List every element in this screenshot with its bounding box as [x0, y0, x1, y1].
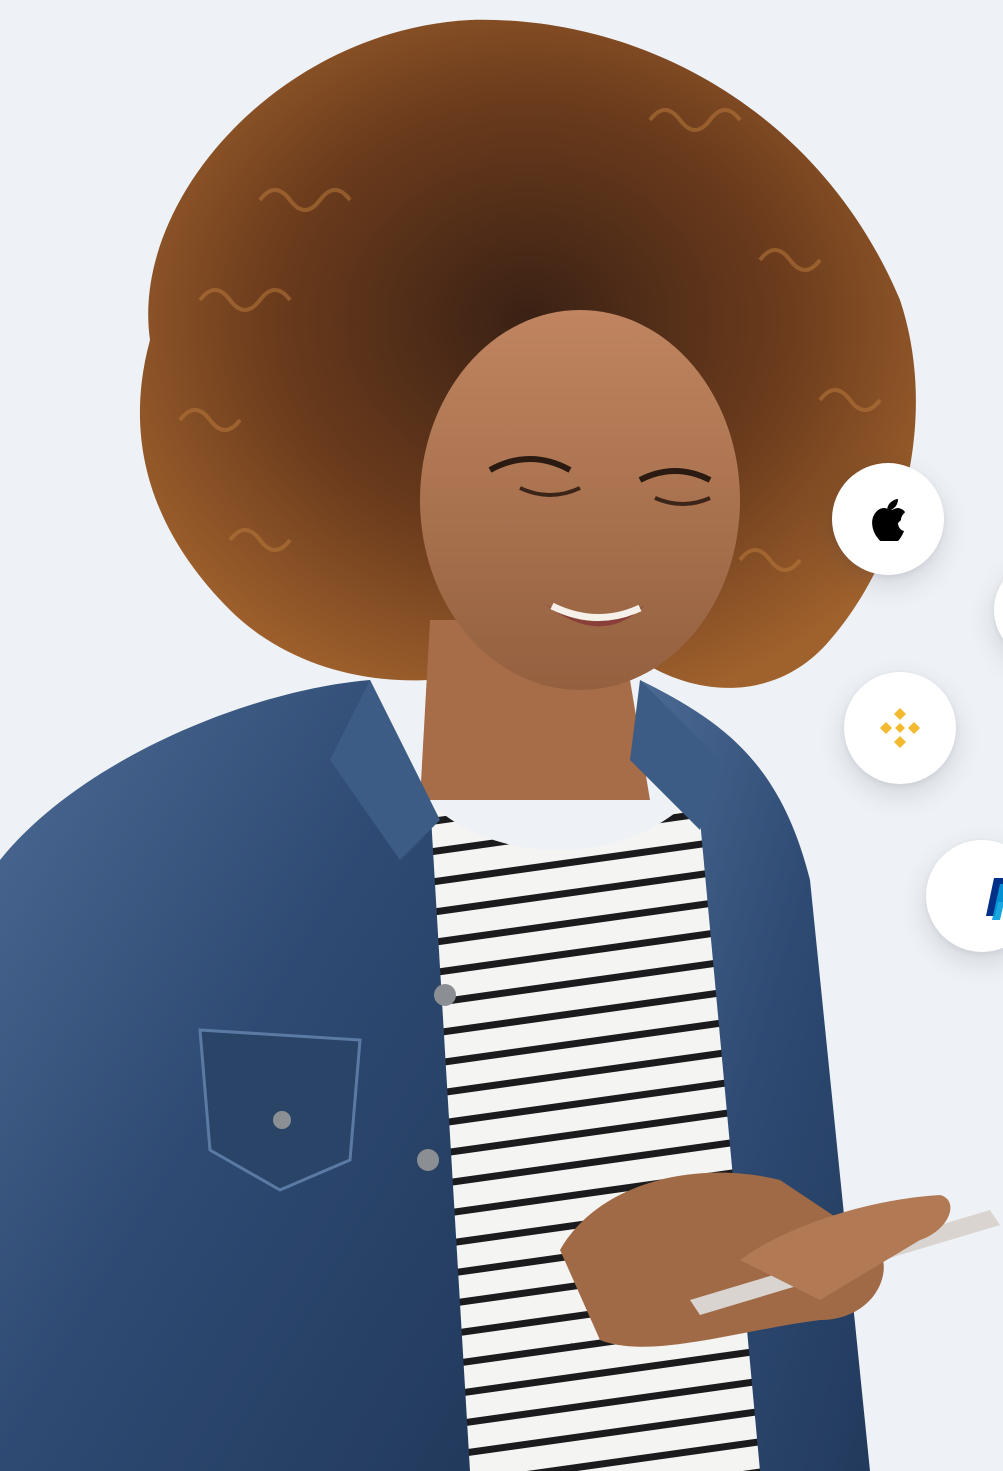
binance-badge[interactable] [844, 672, 956, 784]
hero-section [0, 0, 1003, 1471]
binance-icon [880, 708, 920, 748]
apple-pay-badge[interactable] [832, 463, 944, 575]
paypal-icon [986, 878, 1003, 920]
apple-icon [872, 499, 905, 541]
